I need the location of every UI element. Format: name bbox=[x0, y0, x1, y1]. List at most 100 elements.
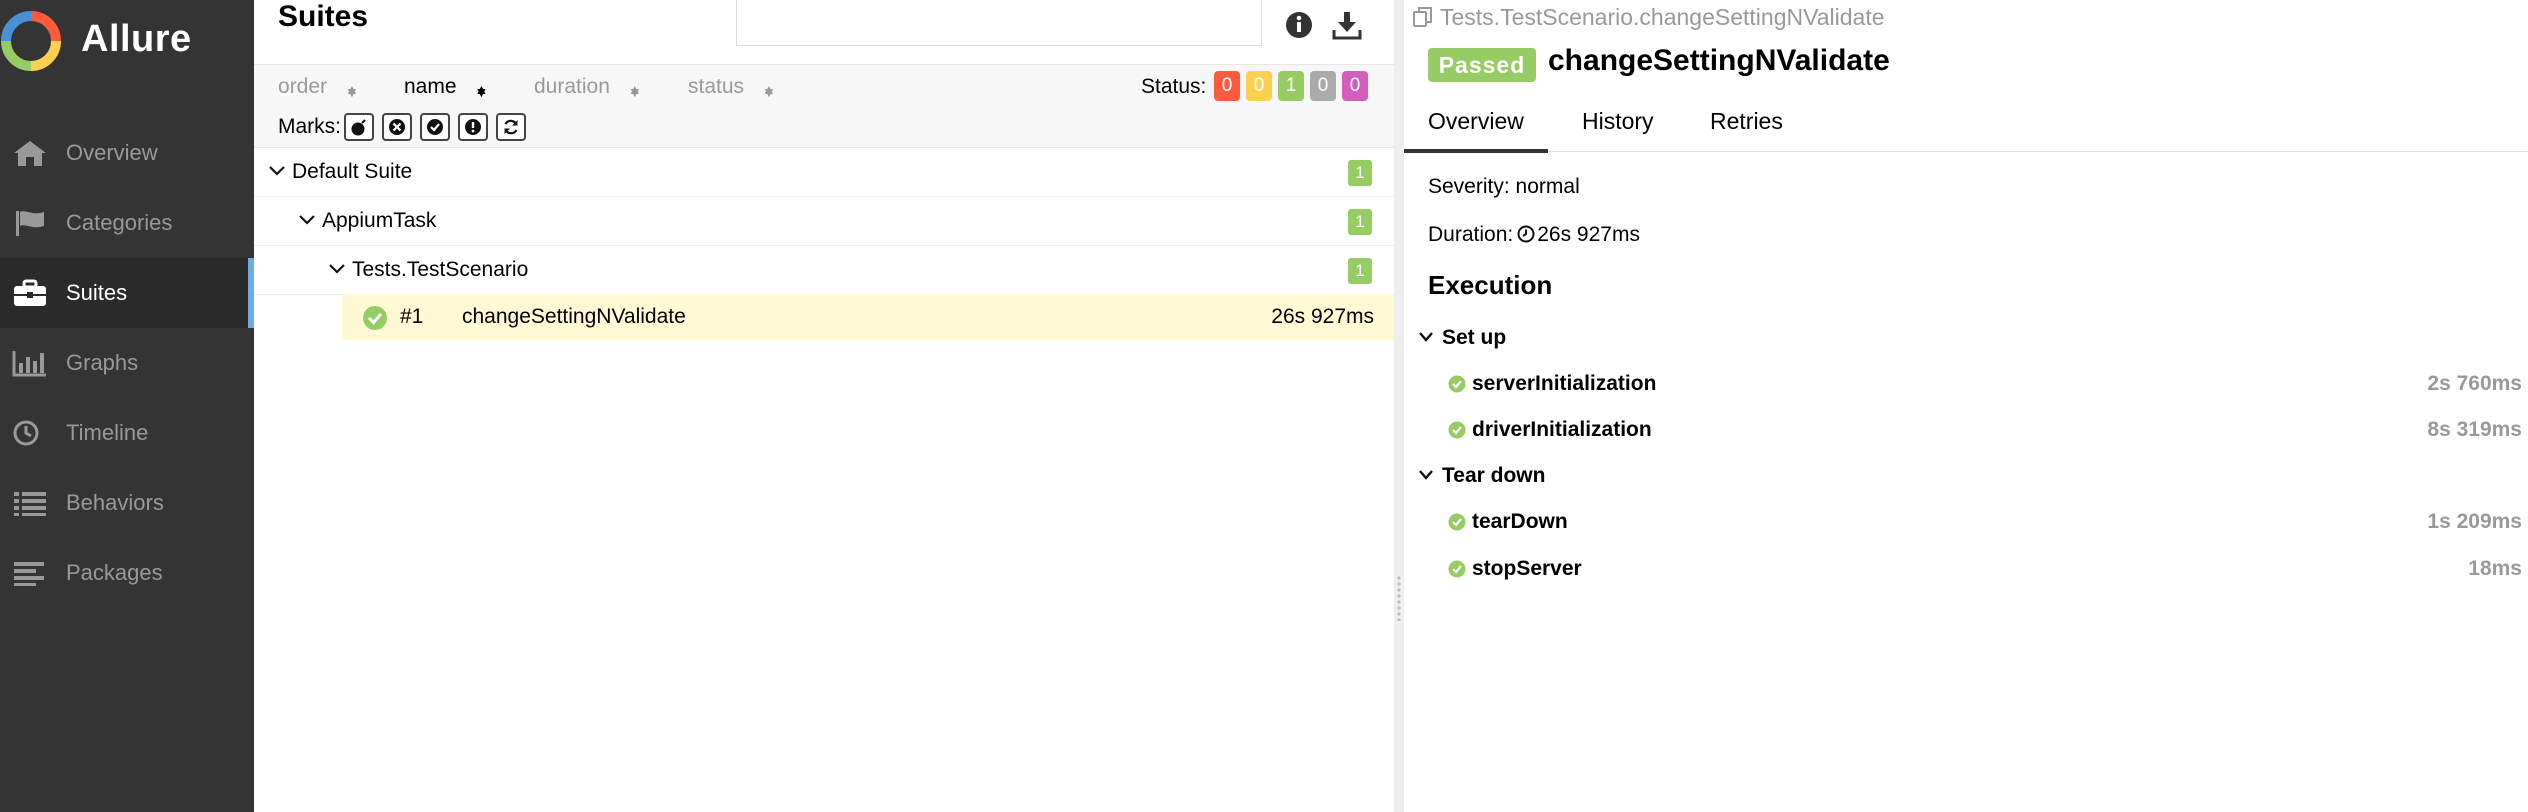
tree-row-label: Tests.TestScenario bbox=[352, 258, 529, 281]
check-circle-icon bbox=[1448, 513, 1466, 531]
tab-history[interactable]: History bbox=[1582, 108, 1654, 135]
sidebar-item-categories[interactable]: Categories bbox=[0, 188, 254, 258]
breadcrumb: Tests.TestScenario.changeSettingNValidat… bbox=[1412, 4, 1885, 31]
splitter-grip[interactable] bbox=[1396, 575, 1402, 621]
sidebar-item-graphs[interactable]: Graphs bbox=[0, 328, 254, 398]
status-skipped-badge[interactable]: 0 bbox=[1310, 71, 1336, 101]
status-badge: Passed bbox=[1428, 48, 1536, 82]
status-broken-badge[interactable]: 0 bbox=[1246, 71, 1272, 101]
mark-new-failed-button[interactable] bbox=[382, 113, 412, 141]
times-circle-icon bbox=[389, 119, 405, 135]
search-input[interactable] bbox=[736, 0, 1262, 46]
sidebar-item-timeline[interactable]: Timeline bbox=[0, 398, 254, 468]
sidebar-item-label: Timeline bbox=[66, 420, 149, 445]
check-circle-icon bbox=[1448, 375, 1466, 393]
clock-icon bbox=[13, 420, 39, 446]
clock-icon bbox=[1517, 225, 1535, 243]
tree-row-testscenario[interactable]: Tests.TestScenario 1 bbox=[254, 246, 1394, 295]
check-circle-icon bbox=[427, 119, 443, 135]
test-number: #1 bbox=[400, 305, 424, 328]
tree-row-default-suite[interactable]: Default Suite 1 bbox=[254, 148, 1394, 197]
sort-name[interactable]: name ▲ ▼ bbox=[404, 75, 488, 99]
stage-label: Tear down bbox=[1442, 464, 1546, 487]
chevron-down-icon bbox=[299, 215, 315, 225]
step-duration: 2s 760ms bbox=[2427, 372, 2522, 395]
step-row[interactable]: stopServer 18ms bbox=[1448, 554, 2522, 584]
sidebar-item-label: Packages bbox=[66, 560, 163, 585]
test-detail-pane: Tests.TestScenario.changeSettingNValidat… bbox=[1404, 0, 2528, 812]
breadcrumb-text: Tests.TestScenario.changeSettingNValidat… bbox=[1440, 4, 1885, 30]
pane-splitter[interactable] bbox=[1394, 0, 1404, 812]
sidebar-item-label: Overview bbox=[66, 140, 158, 165]
status-unknown-badge[interactable]: 0 bbox=[1342, 71, 1368, 101]
detail-tabs: Overview History Retries bbox=[1404, 100, 2528, 153]
count-badge: 1 bbox=[1348, 160, 1372, 186]
tab-overview[interactable]: Overview bbox=[1404, 108, 1548, 153]
status-passed-badge[interactable]: 1 bbox=[1278, 71, 1304, 101]
test-title: changeSettingNValidate bbox=[1548, 44, 1890, 77]
sidebar-item-label: Behaviors bbox=[66, 490, 164, 515]
info-icon[interactable] bbox=[1284, 10, 1314, 40]
mark-flaky-button[interactable] bbox=[344, 113, 374, 141]
step-duration: 1s 209ms bbox=[2427, 510, 2522, 533]
setup-section-toggle[interactable]: Set up bbox=[1418, 326, 1506, 350]
step-row[interactable]: serverInitialization 2s 760ms bbox=[1448, 369, 2522, 399]
download-icon[interactable] bbox=[1332, 10, 1362, 40]
bar-chart-icon bbox=[12, 351, 46, 377]
sort-order[interactable]: order ▲ ▼ bbox=[278, 75, 359, 99]
test-name: changeSettingNValidate bbox=[462, 305, 686, 328]
step-duration: 18ms bbox=[2468, 557, 2522, 580]
step-row[interactable]: tearDown 1s 209ms bbox=[1448, 507, 2522, 537]
check-circle-icon bbox=[363, 306, 387, 330]
sort-order-label: order bbox=[278, 75, 328, 98]
severity-value: normal bbox=[1515, 175, 1580, 198]
step-name: tearDown bbox=[1472, 510, 1568, 533]
step-row[interactable]: driverInitialization 8s 319ms bbox=[1448, 415, 2522, 445]
sidebar-item-suites[interactable]: Suites bbox=[0, 258, 254, 328]
sidebar-item-overview[interactable]: Overview bbox=[0, 118, 254, 188]
copy-icon[interactable] bbox=[1412, 6, 1434, 28]
flag-icon bbox=[16, 211, 44, 236]
sort-icon: ▲ ▼ bbox=[627, 81, 642, 100]
chevron-down-icon bbox=[1419, 332, 1433, 342]
sort-duration[interactable]: duration ▲ ▼ bbox=[534, 75, 642, 99]
teardown-section-toggle[interactable]: Tear down bbox=[1418, 464, 1545, 488]
sidebar-item-label: Suites bbox=[66, 280, 128, 305]
tree-row-label: AppiumTask bbox=[322, 209, 437, 232]
list-icon bbox=[14, 492, 46, 516]
mark-new-broken-button[interactable] bbox=[458, 113, 488, 141]
suites-pane: Suites order ▲ ▼ name ▲ ▼ duration ▲ ▼ status ▲… bbox=[254, 0, 1394, 812]
sidebar-item-behaviors[interactable]: Behaviors bbox=[0, 468, 254, 538]
status-filter-label: Status: bbox=[1141, 75, 1207, 98]
sort-duration-label: duration bbox=[534, 75, 610, 98]
sort-icon: ▲ ▼ bbox=[474, 81, 489, 100]
bomb-icon bbox=[351, 119, 366, 136]
tree-row-label: Default Suite bbox=[292, 160, 413, 183]
sidebar-item-label: Graphs bbox=[66, 350, 139, 375]
status-failed-badge[interactable]: 0 bbox=[1214, 71, 1240, 101]
step-name: driverInitialization bbox=[1472, 418, 1652, 441]
check-circle-icon bbox=[1448, 421, 1466, 439]
tree-row-appiumtask[interactable]: AppiumTask 1 bbox=[254, 197, 1394, 246]
stage-label: Set up bbox=[1442, 326, 1507, 349]
severity-label: Severity: bbox=[1428, 175, 1510, 198]
allure-logo-icon bbox=[1, 11, 61, 71]
execution-heading: Execution bbox=[1428, 270, 1553, 300]
mark-new-passed-button[interactable] bbox=[420, 113, 450, 141]
test-row-selected[interactable]: #1 changeSettingNValidate 26s 927ms bbox=[342, 294, 1394, 340]
marks-label: Marks: bbox=[278, 115, 341, 138]
duration-value: 26s 927ms bbox=[1537, 223, 1640, 246]
refresh-icon bbox=[504, 119, 518, 135]
exclamation-circle-icon bbox=[465, 119, 481, 135]
sort-status[interactable]: status ▲ ▼ bbox=[688, 75, 776, 99]
tab-retries[interactable]: Retries bbox=[1710, 108, 1783, 135]
check-circle-icon bbox=[1448, 560, 1466, 578]
brand[interactable]: Allure bbox=[0, 0, 254, 84]
sort-icon: ▲ ▼ bbox=[345, 81, 359, 100]
sort-icon: ▲ ▼ bbox=[762, 81, 776, 100]
mark-retries-button[interactable] bbox=[496, 113, 526, 141]
sort-name-label: name bbox=[404, 75, 457, 98]
severity-line: Severity: normal bbox=[1428, 175, 1580, 199]
step-name: stopServer bbox=[1472, 557, 1582, 580]
sidebar-item-packages[interactable]: Packages bbox=[0, 538, 254, 608]
